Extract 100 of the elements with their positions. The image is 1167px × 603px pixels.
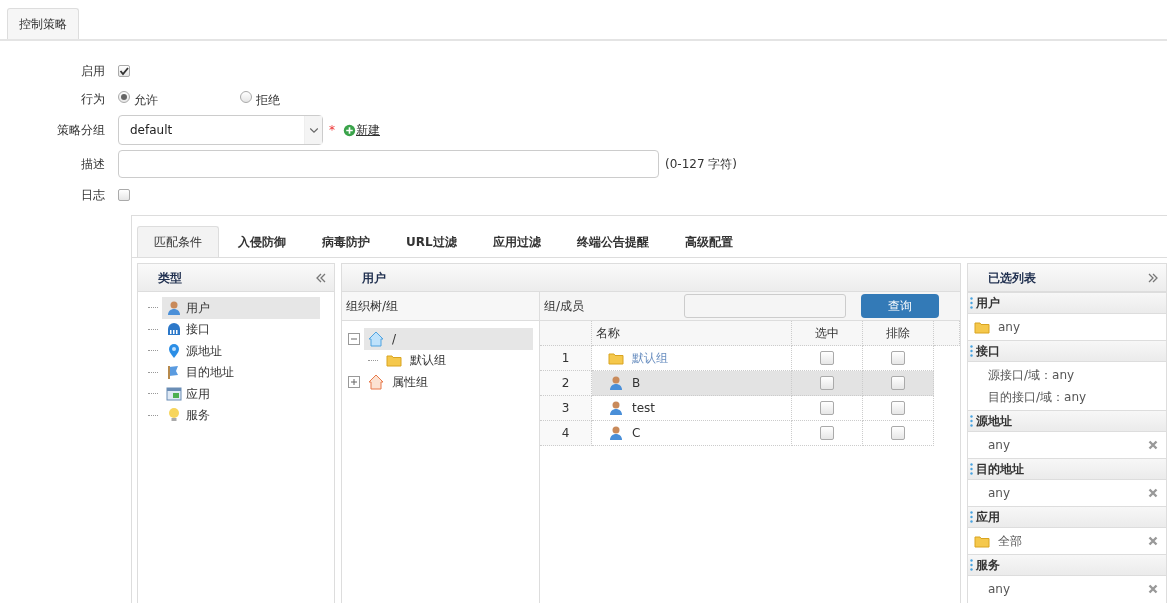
required-mark: *	[329, 122, 335, 139]
field-label: 行为	[80, 91, 106, 108]
tab[interactable]: 病毒防护	[305, 226, 387, 257]
person-icon	[608, 400, 624, 416]
panel-title: 用户	[362, 269, 386, 287]
row-number: 1	[540, 346, 592, 371]
application-window-icon	[166, 385, 182, 402]
table-row[interactable]: B	[592, 371, 792, 396]
checkbox[interactable]	[820, 376, 834, 390]
tab[interactable]: 应用过滤	[475, 226, 558, 257]
table-row[interactable]: C	[592, 421, 792, 446]
row-number: 2	[540, 371, 592, 396]
panel-title: 已选列表	[988, 269, 1036, 287]
field-label: 策略分组	[56, 122, 106, 139]
selected-item: 全部	[998, 533, 1022, 550]
location-pin-icon	[166, 342, 182, 359]
section-title: 用户	[976, 295, 1000, 312]
column-header: 名称	[592, 321, 792, 346]
search-button[interactable]: 查询	[861, 294, 939, 318]
description-field[interactable]	[118, 150, 659, 178]
selected-item: any	[988, 581, 1011, 598]
selected-item: 目的接口/域：any	[988, 389, 1087, 406]
column-header: 组织树/组	[346, 298, 399, 315]
folder-icon	[974, 533, 990, 549]
person-icon	[166, 299, 182, 316]
remove-icon[interactable]	[1148, 584, 1158, 594]
row-number: 3	[540, 396, 592, 421]
radio-label: 拒绝	[256, 92, 280, 109]
row-number: 4	[540, 421, 592, 446]
selected-item: 源接口/域：any	[988, 367, 1075, 384]
selected-item: any	[988, 437, 1011, 454]
folder-icon	[608, 350, 624, 366]
section-title: 接口	[976, 343, 1000, 360]
drag-handle-icon	[970, 345, 973, 357]
section-title: 源地址	[976, 413, 1012, 430]
checkbox[interactable]	[891, 376, 905, 390]
house-icon	[368, 330, 384, 347]
tree-node[interactable]: 属性组	[364, 371, 533, 393]
new-link[interactable]: 新建	[356, 121, 380, 139]
column-header: 组/成员	[544, 298, 586, 315]
checkbox[interactable]	[891, 426, 905, 440]
tree-item[interactable]: 目的地址	[162, 361, 320, 383]
tab[interactable]: 终端公告提醒	[559, 226, 666, 257]
tree-item[interactable]: 源地址	[162, 340, 320, 362]
folder-icon	[974, 319, 990, 335]
search-field[interactable]	[684, 294, 846, 318]
length-hint: (0-127 字符)	[665, 156, 738, 173]
checkbox[interactable]	[118, 65, 130, 77]
selected-item: any	[988, 485, 1011, 502]
tab[interactable]: URL过滤	[389, 226, 474, 257]
person-icon	[608, 425, 624, 441]
page-tab[interactable]: 控制策略	[7, 8, 79, 39]
radio-button[interactable]	[240, 91, 252, 103]
network-icon	[166, 321, 182, 338]
section-title: 目的地址	[976, 461, 1024, 478]
collapse-icon[interactable]	[348, 332, 360, 345]
remove-icon[interactable]	[1148, 440, 1158, 450]
checkbox[interactable]	[891, 401, 905, 415]
tree-item[interactable]: 服务	[162, 404, 320, 426]
tab[interactable]: 入侵防御	[221, 226, 303, 257]
checkbox[interactable]	[891, 351, 905, 365]
checkbox[interactable]	[820, 426, 834, 440]
tree-node[interactable]: 默认组	[382, 349, 533, 371]
field-label: 描述	[80, 156, 106, 173]
tree-node[interactable]: /	[364, 328, 533, 350]
field-label: 启用	[80, 63, 106, 80]
panel-title: 类型	[158, 269, 182, 287]
radio-label: 允许	[134, 92, 159, 109]
tab[interactable]: 高级配置	[667, 226, 750, 257]
table-row[interactable]: test	[592, 396, 792, 421]
column-header: 排除	[863, 321, 934, 346]
person-icon	[608, 375, 624, 391]
checkbox[interactable]	[820, 351, 834, 365]
field-label: 日志	[80, 187, 106, 204]
expand-right-icon[interactable]	[1148, 272, 1158, 283]
drag-handle-icon	[970, 463, 973, 475]
group-dropdown[interactable]: default	[118, 115, 323, 145]
drag-handle-icon	[970, 297, 973, 309]
tree-item[interactable]: 用户	[162, 297, 320, 319]
collapse-left-icon[interactable]	[316, 272, 326, 283]
section-title: 服务	[976, 557, 1000, 574]
radio-button[interactable]	[118, 91, 130, 103]
lightbulb-icon	[166, 407, 182, 424]
column-header: 选中	[792, 321, 863, 346]
remove-icon[interactable]	[1148, 488, 1158, 498]
tab[interactable]: 匹配条件	[137, 226, 219, 257]
drag-handle-icon	[970, 415, 973, 427]
remove-icon[interactable]	[1148, 536, 1158, 546]
checkbox[interactable]	[118, 189, 130, 201]
table-row[interactable]: 默认组	[592, 346, 792, 371]
folder-icon	[386, 352, 402, 369]
checkbox[interactable]	[820, 401, 834, 415]
plus-circle-icon	[343, 123, 356, 137]
tree-item[interactable]: 应用	[162, 383, 320, 405]
drag-handle-icon	[970, 511, 973, 523]
tree-item[interactable]: 接口	[162, 318, 320, 340]
selected-item: any	[998, 319, 1021, 336]
section-title: 应用	[976, 509, 1000, 526]
expand-icon[interactable]	[348, 375, 360, 388]
drag-handle-icon	[970, 559, 973, 571]
